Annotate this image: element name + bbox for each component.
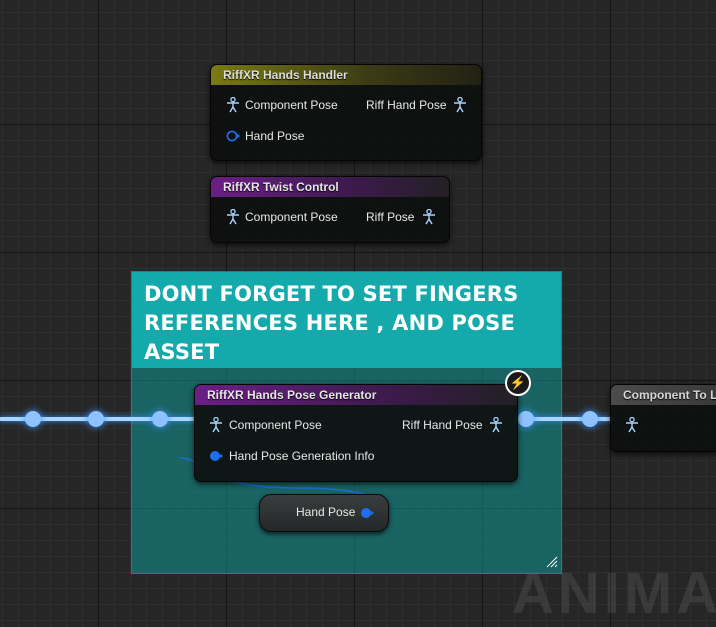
pin-label: Hand Pose bbox=[245, 129, 305, 143]
comment-text: DONT FORGET TO SET FINGERS REFERENCES HE… bbox=[144, 282, 519, 364]
reroute-knot[interactable] bbox=[582, 411, 598, 427]
input-pin-component-pose[interactable]: Component Pose bbox=[225, 209, 355, 225]
output-pin-riff-hand-pose[interactable]: Riff Hand Pose bbox=[366, 97, 470, 113]
reroute-knot[interactable] bbox=[25, 411, 41, 427]
node-title[interactable]: Component To L bbox=[611, 385, 716, 405]
node-title[interactable]: RiffXR Twist Control bbox=[211, 177, 449, 197]
pin-label: Component Pose bbox=[245, 210, 338, 224]
person-pose-icon[interactable] bbox=[452, 97, 468, 113]
variable-getter-hand-pose[interactable]: Hand Pose bbox=[259, 494, 389, 532]
input-pin-component-pose[interactable]: Component Pose bbox=[208, 417, 338, 433]
comment-resize-grip[interactable] bbox=[546, 556, 558, 568]
struct-pin-icon[interactable] bbox=[225, 128, 241, 144]
lightning-icon: ⚡ bbox=[505, 370, 531, 396]
reroute-knot[interactable] bbox=[518, 411, 534, 427]
output-pin-riff-hand-pose[interactable]: Riff Hand Pose bbox=[402, 417, 506, 433]
node-riffxr-hands-pose-generator[interactable]: RiffXR Hands Pose Generator Component Po… bbox=[194, 384, 518, 482]
pin-label: Riff Hand Pose bbox=[366, 98, 447, 112]
node-title[interactable]: RiffXR Hands Pose Generator bbox=[195, 385, 517, 405]
node-title[interactable]: RiffXR Hands Handler bbox=[211, 65, 481, 85]
person-pose-icon[interactable] bbox=[225, 209, 241, 225]
person-pose-icon[interactable] bbox=[421, 209, 437, 225]
person-pose-icon[interactable] bbox=[624, 417, 640, 433]
pin-label: Riff Pose bbox=[366, 210, 415, 224]
struct-pin-icon[interactable] bbox=[359, 505, 375, 521]
pin-label: Hand Pose Generation Info bbox=[229, 449, 375, 463]
person-pose-icon[interactable] bbox=[225, 97, 241, 113]
reroute-knot[interactable] bbox=[152, 411, 168, 427]
input-pin-hand-pose[interactable]: Hand Pose bbox=[225, 128, 335, 144]
pin-label: Riff Hand Pose bbox=[402, 418, 483, 432]
node-riffxr-twist-control[interactable]: RiffXR Twist Control Component Pose Riff… bbox=[210, 176, 450, 243]
input-pin-hand-pose-generation-info[interactable]: Hand Pose Generation Info bbox=[208, 448, 388, 464]
pin-label: Component Pose bbox=[229, 418, 322, 432]
output-pin-riff-pose[interactable]: Riff Pose bbox=[366, 209, 440, 225]
node-component-to-local[interactable]: Component To L bbox=[610, 384, 716, 452]
pin-label: Component Pose bbox=[245, 98, 338, 112]
comment-title-bar[interactable]: DONT FORGET TO SET FINGERS REFERENCES HE… bbox=[132, 272, 561, 368]
person-pose-icon[interactable] bbox=[208, 417, 224, 433]
person-pose-icon[interactable] bbox=[488, 417, 504, 433]
reroute-knot[interactable] bbox=[88, 411, 104, 427]
struct-pin-icon[interactable] bbox=[208, 448, 224, 464]
node-riffxr-hands-handler[interactable]: RiffXR Hands Handler Component Pose Hand… bbox=[210, 64, 482, 161]
input-pin-component-pose[interactable]: Component Pose bbox=[225, 97, 355, 113]
variable-label: Hand Pose bbox=[296, 505, 356, 519]
